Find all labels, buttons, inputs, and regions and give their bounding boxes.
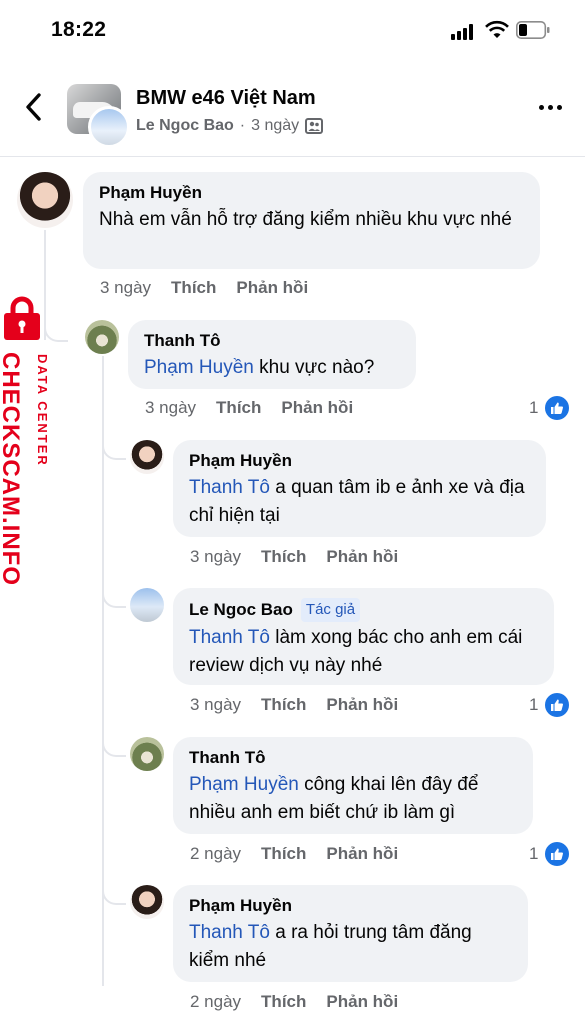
reaction-count[interactable]: 1 xyxy=(529,840,572,868)
commenter-name[interactable]: Thanh Tô xyxy=(189,747,517,769)
post-subtitle: Le Ngoc Bao · 3 ngày xyxy=(136,117,324,135)
mention-link[interactable]: Thanh Tô xyxy=(189,477,270,498)
commenter-name: Le Ngoc Bao Tác giả xyxy=(189,598,538,622)
separator: · xyxy=(239,117,246,134)
like-reaction-icon xyxy=(543,840,572,868)
avatar[interactable] xyxy=(130,588,164,622)
clock: 18:22 xyxy=(51,18,107,41)
comment-time: 3 ngày xyxy=(190,695,242,714)
avatar[interactable] xyxy=(85,320,119,354)
watermark-brand: CHECKSCAM.INFO xyxy=(0,352,24,586)
comment-time: 3 ngày xyxy=(145,398,197,417)
commenter-name[interactable]: Phạm Huyền xyxy=(189,450,530,472)
cellular-signal-icon xyxy=(451,24,473,40)
comment-text: Nhà em vẫn hỗ trợ đăng kiểm nhiều khu vự… xyxy=(99,209,512,230)
like-link[interactable]: Thích xyxy=(171,278,216,298)
commenter-name[interactable]: Phạm Huyền xyxy=(99,182,524,204)
comment-text: Thanh Tô a quan tâm ib e ảnh xe và địa c… xyxy=(189,477,525,526)
author-avatar[interactable] xyxy=(88,106,130,148)
comment-bubble[interactable]: Le Ngoc Bao Tác giả Thanh Tô làm xong bá… xyxy=(173,588,554,685)
status-bar: 18:22 xyxy=(0,0,585,62)
reply-link[interactable]: Phản hồi xyxy=(326,844,398,864)
comment-actions: 3 ngày Thích Phản hồi xyxy=(145,398,373,418)
comment-text: Phạm Huyền khu vực nào? xyxy=(144,357,375,378)
commenter-name-text[interactable]: Le Ngoc Bao xyxy=(189,599,293,621)
like-link[interactable]: Thích xyxy=(216,398,261,418)
thread-connector xyxy=(102,582,126,608)
comment-actions: 3 ngày Thích Phản hồi xyxy=(100,278,328,298)
watermark: CHECKSCAM.INFO DATA CENTER xyxy=(0,296,70,586)
group-members-icon xyxy=(305,118,324,134)
thread-connector xyxy=(102,879,126,905)
author-badge: Tác giả xyxy=(300,598,361,622)
author-name[interactable]: Le Ngoc Bao xyxy=(136,117,234,135)
watermark-tag: DATA CENTER xyxy=(35,354,50,467)
avatar[interactable] xyxy=(130,737,164,771)
comment-time: 3 ngày xyxy=(100,278,152,297)
comment-actions: 2 ngày Thích Phản hồi xyxy=(190,992,418,1012)
commenter-name[interactable]: Thanh Tô xyxy=(144,330,400,352)
post-time: 3 ngày xyxy=(251,117,300,134)
wifi-icon xyxy=(485,20,509,38)
comment-bubble[interactable]: Phạm Huyền Nhà em vẫn hỗ trợ đăng kiểm n… xyxy=(83,172,540,269)
thread-connector xyxy=(102,731,126,757)
like-reaction-icon xyxy=(543,691,572,719)
back-arrow-icon[interactable] xyxy=(22,92,46,122)
reply-link[interactable]: Phản hồi xyxy=(326,547,398,567)
comment-bubble[interactable]: Phạm Huyền Thanh Tô a ra hỏi trung tâm đ… xyxy=(173,885,528,982)
like-link[interactable]: Thích xyxy=(261,695,306,715)
like-reaction-icon xyxy=(543,394,572,422)
reply-link[interactable]: Phản hồi xyxy=(281,398,353,418)
commenter-name[interactable]: Phạm Huyền xyxy=(189,895,512,917)
comment-text: Thanh Tô làm xong bác cho anh em cái rev… xyxy=(189,627,523,676)
comment-actions: 3 ngày Thích Phản hồi xyxy=(190,695,418,715)
group-name[interactable]: BMW e46 Việt Nam xyxy=(136,87,316,110)
comment-actions: 2 ngày Thích Phản hồi xyxy=(190,844,418,864)
avatar[interactable] xyxy=(17,172,73,228)
comment-bubble[interactable]: Thanh Tô Phạm Huyền công khai lên đây để… xyxy=(173,737,533,834)
reply-link[interactable]: Phản hồi xyxy=(236,278,308,298)
comment-time: 3 ngày xyxy=(190,547,242,566)
mention-link[interactable]: Phạm Huyền xyxy=(189,774,299,795)
post-header: BMW e46 Việt Nam Le Ngoc Bao · 3 ngày xyxy=(0,62,585,157)
comment-actions: 3 ngày Thích Phản hồi xyxy=(190,547,418,567)
like-link[interactable]: Thích xyxy=(261,547,306,567)
battery-icon xyxy=(516,21,550,39)
comment-text: Phạm Huyền công khai lên đây để nhiều an… xyxy=(189,774,479,823)
like-link[interactable]: Thích xyxy=(261,844,306,864)
more-options-icon[interactable] xyxy=(539,105,562,110)
mention-link[interactable]: Phạm Huyền xyxy=(144,357,254,378)
mention-link[interactable]: Thanh Tô xyxy=(189,922,270,943)
comment-time: 2 ngày xyxy=(190,992,242,1011)
like-link[interactable]: Thích xyxy=(261,992,306,1012)
lock-icon xyxy=(4,296,40,340)
reply-link[interactable]: Phản hồi xyxy=(326,992,398,1012)
avatar[interactable] xyxy=(130,885,164,919)
reply-link[interactable]: Phản hồi xyxy=(326,695,398,715)
avatar[interactable] xyxy=(130,440,164,474)
mention-link[interactable]: Thanh Tô xyxy=(189,627,270,648)
comment-bubble[interactable]: Thanh Tô Phạm Huyền khu vực nào? xyxy=(128,320,416,389)
comment-text: Thanh Tô a ra hỏi trung tâm đăng kiểm nh… xyxy=(189,922,472,971)
thread-connector xyxy=(102,434,126,460)
reaction-count[interactable]: 1 xyxy=(529,394,572,422)
reaction-count[interactable]: 1 xyxy=(529,691,572,719)
comment-time: 2 ngày xyxy=(190,844,242,863)
comment-bubble[interactable]: Phạm Huyền Thanh Tô a quan tâm ib e ảnh … xyxy=(173,440,546,537)
